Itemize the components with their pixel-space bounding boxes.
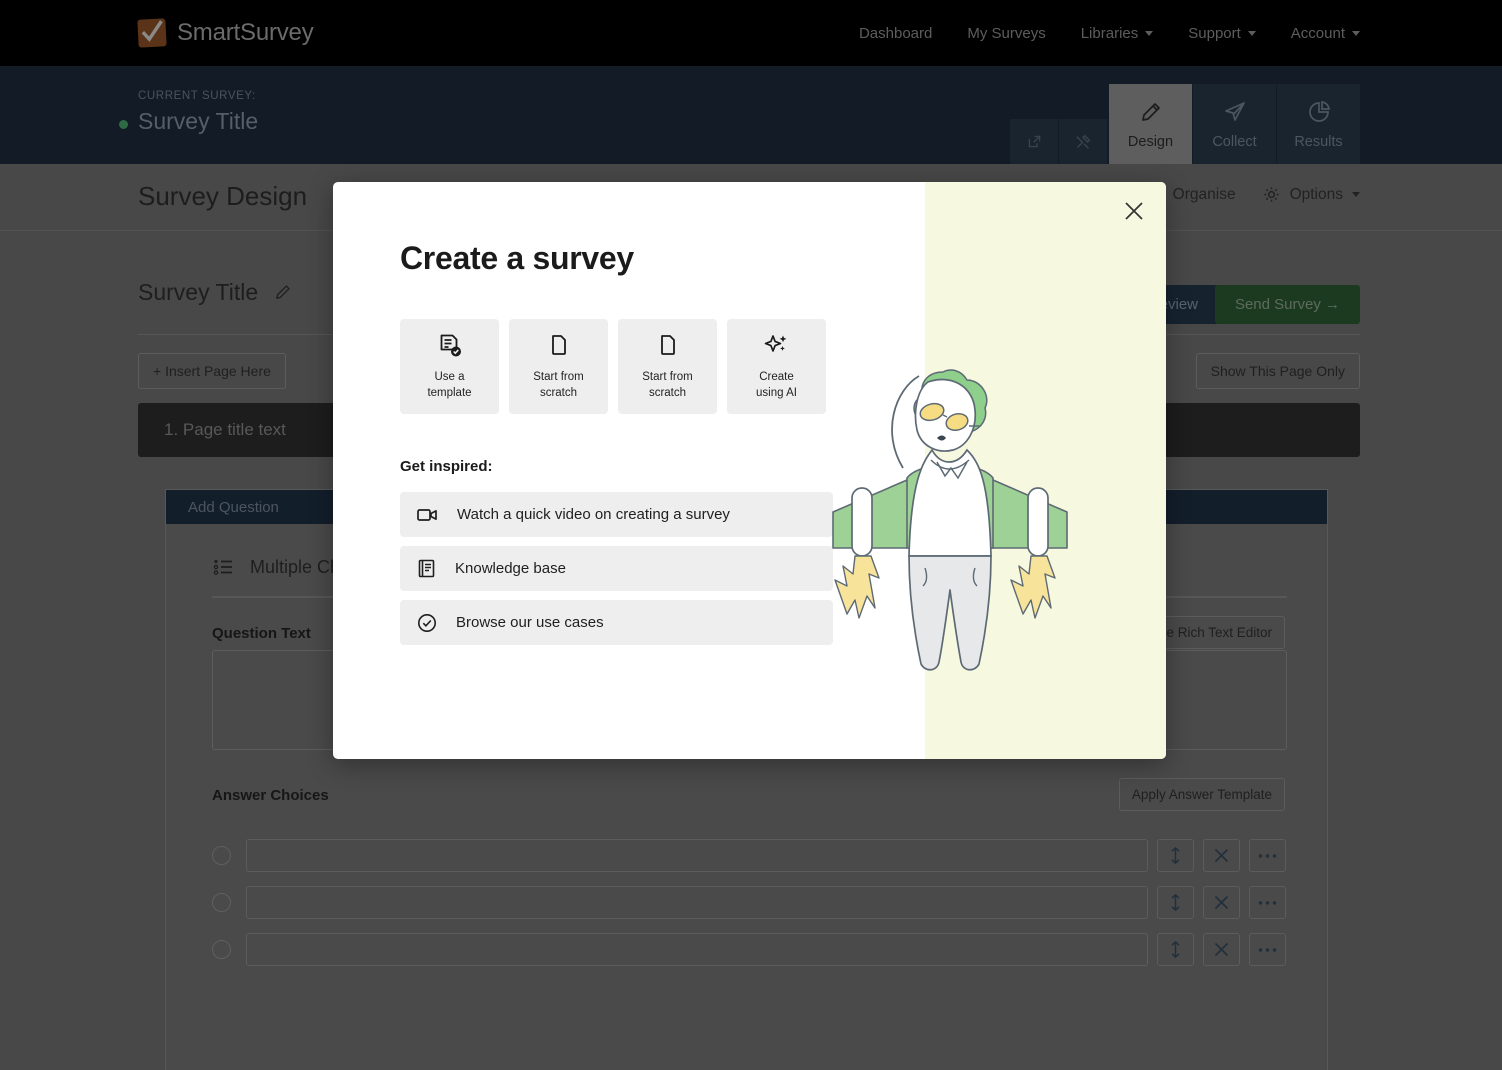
- inspired-item-watch-video[interactable]: Watch a quick video on creating a survey: [400, 492, 833, 537]
- blank-page-icon: [660, 335, 675, 356]
- book-icon: [417, 559, 436, 578]
- create-survey-modal: Create a survey Use a template Start fro…: [333, 182, 1166, 759]
- option-label-line1: Use a: [434, 371, 465, 384]
- option-label-line2: scratch: [539, 386, 578, 399]
- video-camera-icon: [417, 507, 438, 523]
- sparkles-icon: [764, 335, 786, 353]
- option-start-from-scratch-1[interactable]: Start from scratch: [509, 319, 608, 414]
- check-circle-icon: [417, 613, 437, 633]
- option-use-a-template[interactable]: Use a template: [400, 319, 499, 414]
- option-label: Create using AI: [756, 370, 797, 400]
- option-label-line2: scratch: [648, 386, 687, 399]
- option-label: Start from scratch: [533, 370, 583, 400]
- option-label-line2: template: [427, 386, 472, 399]
- document-check-icon: [440, 334, 461, 357]
- inspired-item-label: Browse our use cases: [456, 614, 604, 631]
- inspired-item-label: Knowledge base: [455, 560, 566, 577]
- close-icon[interactable]: [1121, 198, 1147, 224]
- modal-illustration-panel: [832, 182, 1166, 759]
- option-label: Use a template: [427, 370, 471, 400]
- option-start-from-scratch-2[interactable]: Start from scratch: [618, 319, 717, 414]
- inspired-item-label: Watch a quick video on creating a survey: [457, 506, 730, 523]
- blank-page-icon: [551, 335, 566, 356]
- option-label-line1: Start from: [533, 371, 584, 384]
- option-label-line2: using AI: [756, 386, 797, 399]
- option-label-line1: Create: [759, 371, 794, 384]
- person-with-jetpack-illustration: [832, 369, 1068, 671]
- option-label-line1: Start from: [642, 371, 693, 384]
- inspired-item-knowledge-base[interactable]: Knowledge base: [400, 546, 833, 591]
- option-label: Start from scratch: [642, 370, 692, 400]
- inspired-item-use-cases[interactable]: Browse our use cases: [400, 600, 833, 645]
- modal-title: Create a survey: [400, 240, 634, 276]
